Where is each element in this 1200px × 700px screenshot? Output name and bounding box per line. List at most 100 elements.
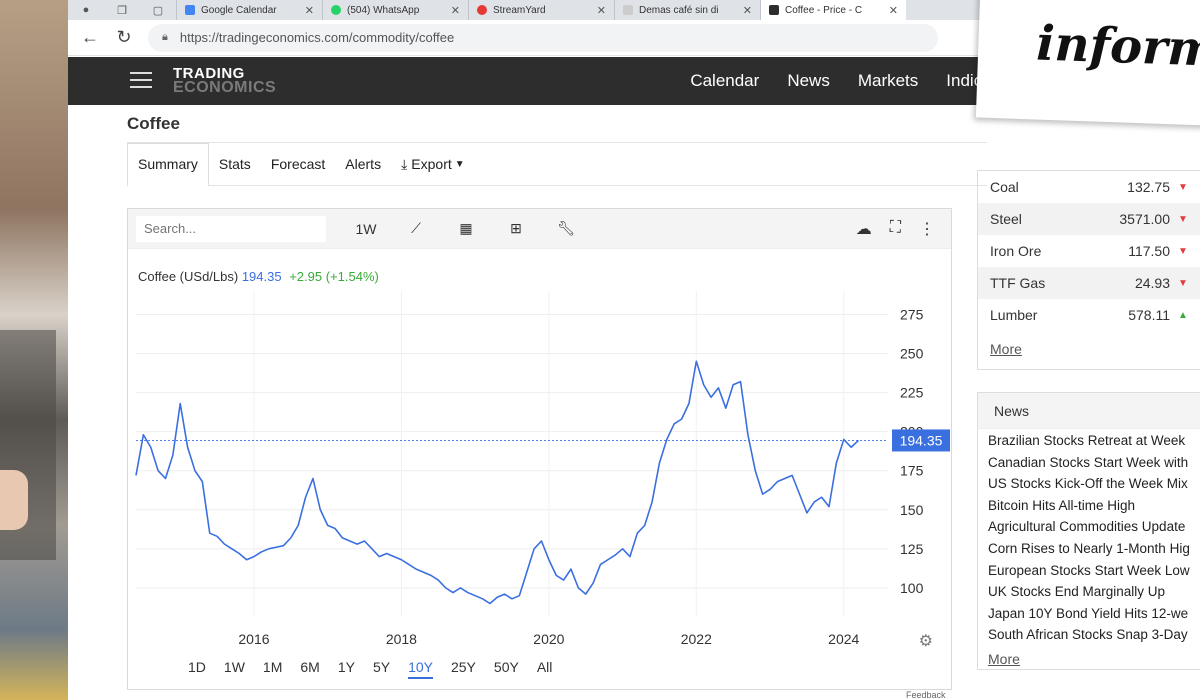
range-1d[interactable]: 1D bbox=[188, 659, 206, 679]
current-price-label: 194.35 bbox=[900, 432, 943, 448]
range-6m[interactable]: 6M bbox=[300, 659, 319, 679]
gear-icon[interactable]: ⚙ bbox=[919, 631, 933, 651]
reload-icon[interactable]: ↻ bbox=[114, 27, 134, 48]
back-arrow-icon[interactable]: ← bbox=[80, 27, 100, 48]
x-tick-label: 2024 bbox=[828, 631, 859, 647]
price-chart[interactable]: 1001251501752002252502752016201820202022… bbox=[128, 251, 953, 651]
tab-forecast[interactable]: Forecast bbox=[261, 142, 335, 186]
range-50y[interactable]: 50Y bbox=[494, 659, 519, 679]
close-icon[interactable]: ✕ bbox=[451, 4, 460, 17]
news-item[interactable]: Bitcoin Hits All-time High bbox=[988, 498, 1200, 520]
period-button[interactable]: 1W bbox=[354, 221, 378, 237]
table-row[interactable]: TTF Gas 24.93 ▼ bbox=[978, 267, 1200, 299]
feedback-link[interactable]: Feedback bbox=[906, 690, 946, 700]
range-1w[interactable]: 1W bbox=[224, 659, 245, 679]
close-icon[interactable]: ✕ bbox=[597, 4, 606, 17]
y-tick-label: 250 bbox=[900, 346, 924, 362]
calendar-icon bbox=[185, 5, 195, 15]
news-item[interactable]: Corn Rises to Nearly 1-Month Hig bbox=[988, 541, 1200, 563]
nav-calendar[interactable]: Calendar bbox=[690, 71, 759, 91]
line-chart-icon[interactable]: ⟋ bbox=[404, 220, 428, 237]
range-10y[interactable]: 10Y bbox=[408, 659, 433, 679]
workspaces-icon[interactable]: ❐ bbox=[104, 0, 140, 20]
news-item[interactable]: European Stocks Start Week Low bbox=[988, 563, 1200, 585]
tab-title: Coffee - Price - C bbox=[785, 4, 863, 16]
tab-coffee-price[interactable]: Coffee - Price - C ✕ bbox=[760, 0, 906, 20]
tab-title: StreamYard bbox=[493, 4, 546, 16]
news-item[interactable]: South African Stocks Snap 3-Day bbox=[988, 627, 1200, 649]
tab-title: (504) WhatsApp bbox=[347, 4, 420, 16]
y-tick-label: 275 bbox=[900, 306, 924, 322]
presenter-face bbox=[0, 470, 28, 530]
chart-toolbar: 1W ⟋ ▦ ⊞ 🔧︎ ☁ ⛶ ⋮ bbox=[128, 209, 951, 249]
x-tick-label: 2018 bbox=[386, 631, 417, 647]
commodity-value: 578.11 bbox=[1128, 307, 1170, 323]
nav-news[interactable]: News bbox=[787, 71, 830, 91]
y-tick-label: 100 bbox=[900, 580, 924, 596]
range-1m[interactable]: 1M bbox=[263, 659, 282, 679]
lock-icon[interactable]: 🔒︎ bbox=[162, 31, 168, 44]
tab-summary[interactable]: Summary bbox=[127, 142, 209, 187]
fullscreen-icon[interactable]: ⛶ bbox=[890, 219, 901, 239]
table-row[interactable]: Steel 3571.00 ▼ bbox=[978, 203, 1200, 235]
close-icon[interactable]: ✕ bbox=[743, 4, 752, 17]
table-row[interactable]: Lumber 578.11 ▲ bbox=[978, 299, 1200, 331]
tab-whatsapp[interactable]: (504) WhatsApp ✕ bbox=[322, 0, 468, 20]
main-nav: Calendar News Markets Indicators bbox=[690, 57, 1020, 105]
table-row[interactable]: Coal 132.75 ▼ bbox=[978, 171, 1200, 203]
close-icon[interactable]: ✕ bbox=[305, 4, 314, 17]
more-news-link[interactable]: More bbox=[978, 649, 1200, 669]
profile-icon[interactable]: ● bbox=[68, 0, 104, 20]
commodity-name: Steel bbox=[990, 211, 1022, 227]
coffee-price-line bbox=[135, 360, 860, 605]
tab-demas-cafe[interactable]: Demas café sin di ✕ bbox=[614, 0, 760, 20]
close-icon[interactable]: ✕ bbox=[889, 4, 898, 17]
news-item[interactable]: Brazilian Stocks Retreat at Week bbox=[988, 433, 1200, 455]
chart-card: 1W ⟋ ▦ ⊞ 🔧︎ ☁ ⛶ ⋮ Coffee (USd/Lbs) 194.3… bbox=[127, 208, 952, 690]
news-panel: News Brazilian Stocks Retreat at Week Ca… bbox=[977, 392, 1200, 670]
commodity-name: Coal bbox=[990, 179, 1019, 195]
add-icon[interactable]: ⊞ bbox=[504, 220, 528, 237]
news-item[interactable]: UK Stocks End Marginally Up bbox=[988, 584, 1200, 606]
calendar-icon[interactable]: ▦ bbox=[454, 220, 478, 237]
url-field[interactable]: 🔒︎ https://tradingeconomics.com/commodit… bbox=[148, 23, 938, 52]
tab-alerts[interactable]: Alerts bbox=[335, 142, 391, 186]
nav-markets[interactable]: Markets bbox=[858, 71, 918, 91]
more-commodities-link[interactable]: More bbox=[978, 331, 1200, 369]
overlay-caption-card: inform bbox=[975, 0, 1200, 127]
hamburger-menu-icon[interactable] bbox=[130, 72, 152, 90]
commodity-value: 3571.00 bbox=[1119, 211, 1170, 227]
x-tick-label: 2016 bbox=[238, 631, 269, 647]
x-tick-label: 2020 bbox=[533, 631, 564, 647]
commodity-name: Iron Ore bbox=[990, 243, 1042, 259]
range-all[interactable]: All bbox=[537, 659, 553, 679]
more-options-icon[interactable]: ⋮ bbox=[919, 219, 935, 239]
news-item[interactable]: Agricultural Commodities Update bbox=[988, 519, 1200, 541]
table-row[interactable]: Iron Ore 117.50 ▼ bbox=[978, 235, 1200, 267]
site-logo[interactable]: TRADING ECONOMICS bbox=[173, 66, 276, 96]
x-tick-label: 2022 bbox=[681, 631, 712, 647]
tab-google-calendar[interactable]: Google Calendar ✕ bbox=[176, 0, 322, 20]
cloud-download-icon[interactable]: ☁ bbox=[856, 219, 872, 239]
commodity-name: TTF Gas bbox=[990, 275, 1046, 291]
down-arrow-icon: ▼ bbox=[1178, 277, 1188, 289]
y-tick-label: 225 bbox=[900, 385, 924, 401]
y-tick-label: 175 bbox=[900, 463, 924, 479]
y-tick-label: 125 bbox=[900, 541, 924, 557]
tab-streamyard[interactable]: StreamYard ✕ bbox=[468, 0, 614, 20]
overlay-caption-text: inform bbox=[1035, 15, 1200, 78]
export-menu[interactable]: ⤓ Export ▼ bbox=[391, 142, 475, 186]
tab-stats[interactable]: Stats bbox=[209, 142, 261, 186]
news-item[interactable]: Japan 10Y Bond Yield Hits 12-we bbox=[988, 606, 1200, 628]
news-item[interactable]: Canadian Stocks Start Week with bbox=[988, 455, 1200, 477]
streamyard-icon bbox=[477, 5, 487, 15]
range-5y[interactable]: 5Y bbox=[373, 659, 390, 679]
document-icon bbox=[623, 5, 633, 15]
tradingeconomics-icon bbox=[769, 5, 779, 15]
range-1y[interactable]: 1Y bbox=[338, 659, 355, 679]
range-25y[interactable]: 25Y bbox=[451, 659, 476, 679]
wrench-icon[interactable]: 🔧︎ bbox=[554, 220, 578, 237]
chart-search-input[interactable] bbox=[136, 215, 326, 242]
tab-actions-icon[interactable]: ▢ bbox=[140, 0, 176, 20]
news-item[interactable]: US Stocks Kick-Off the Week Mix bbox=[988, 476, 1200, 498]
